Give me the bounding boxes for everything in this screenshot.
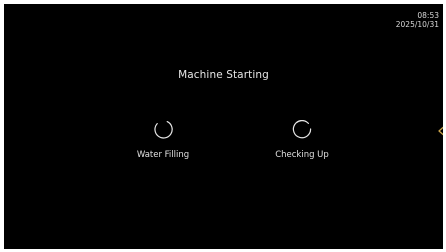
task-label: Water Filling [136,150,190,160]
task-checking-up: Checking Up [262,116,342,160]
loading-spinner-icon [292,119,312,139]
task-label: Checking Up [275,150,329,160]
loading-spinner-icon [154,121,173,139]
screen-title: Machine Starting [178,69,269,81]
task-water-filling: Water Filling [123,116,203,160]
machine-screen: 08:53 2025/10/31 Machine Starting Water … [4,4,443,249]
clock-date: 2025/10/31 [395,20,439,29]
clock-time: 08:53 [417,11,439,20]
chevron-left-icon[interactable] [437,126,443,136]
status-clock: 08:53 2025/10/31 [396,11,439,29]
